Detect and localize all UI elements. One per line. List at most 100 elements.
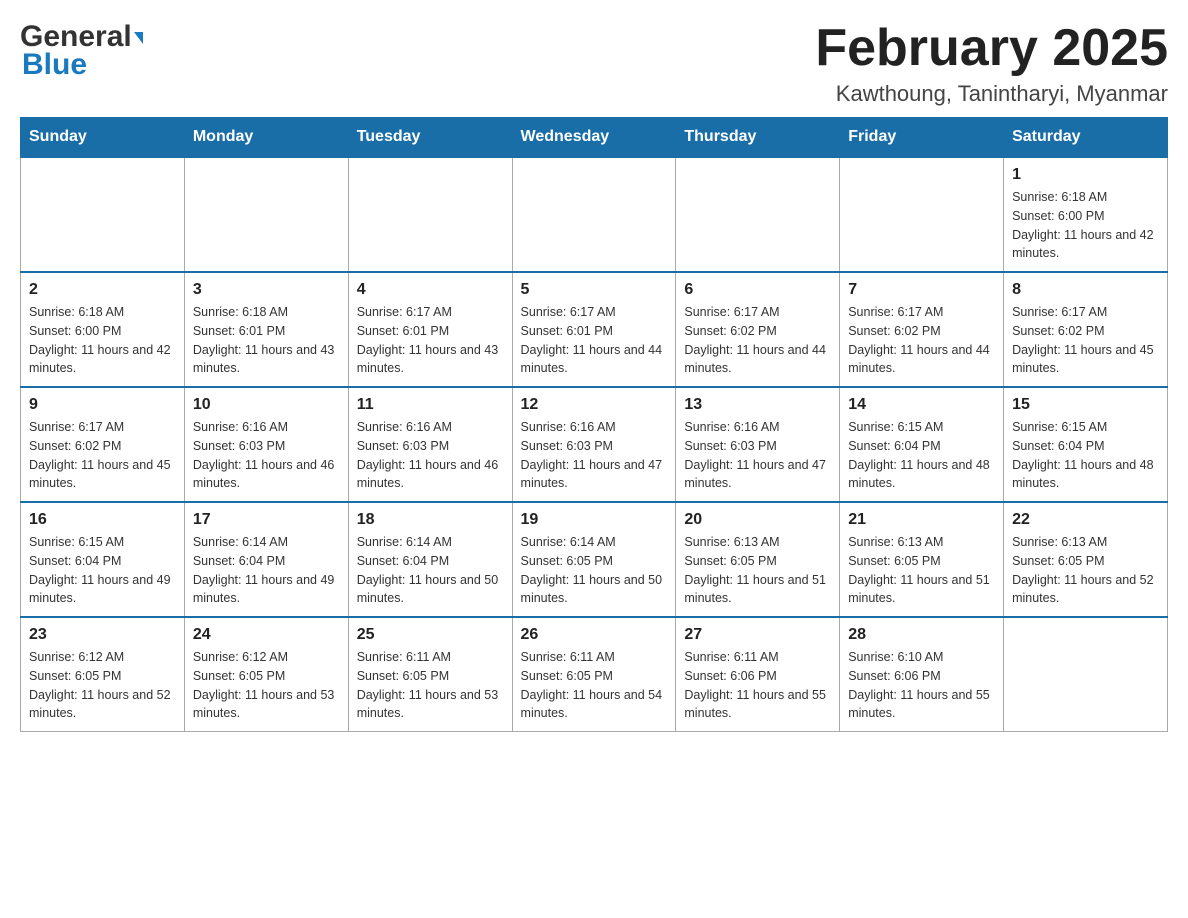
calendar-day-cell: 3 Sunrise: 6:18 AM Sunset: 6:01 PM Daylig… — [184, 272, 348, 387]
calendar-day-cell: 25 Sunrise: 6:11 AM Sunset: 6:05 PM Dayli… — [348, 617, 512, 732]
day-info: Sunrise: 6:11 AM Sunset: 6:05 PM Dayligh… — [357, 648, 504, 723]
day-number: 3 — [193, 281, 340, 299]
calendar-day-cell: 21 Sunrise: 6:13 AM Sunset: 6:05 PM Dayli… — [840, 502, 1004, 617]
location-title: Kawthoung, Tanintharyi, Myanmar — [815, 81, 1168, 107]
calendar-day-cell — [840, 157, 1004, 272]
calendar-day-cell: 22 Sunrise: 6:13 AM Sunset: 6:05 PM Dayli… — [1004, 502, 1168, 617]
day-number: 18 — [357, 511, 504, 529]
calendar-day-cell: 11 Sunrise: 6:16 AM Sunset: 6:03 PM Dayli… — [348, 387, 512, 502]
day-info: Sunrise: 6:14 AM Sunset: 6:05 PM Dayligh… — [521, 533, 668, 608]
calendar-day-cell: 17Sunrise: 6:14 AM Sunset: 6:04 PM Dayli… — [184, 502, 348, 617]
day-number: 7 — [848, 281, 995, 299]
calendar-day-cell: 14 Sunrise: 6:15 AM Sunset: 6:04 PM Dayli… — [840, 387, 1004, 502]
day-number: 11 — [357, 396, 504, 414]
calendar-day-cell — [21, 157, 185, 272]
day-info: Sunrise: 6:15 AM Sunset: 6:04 PM Dayligh… — [1012, 418, 1159, 493]
calendar-day-cell — [676, 157, 840, 272]
month-title: February 2025 — [815, 20, 1168, 77]
day-number: 15 — [1012, 396, 1159, 414]
day-info: Sunrise: 6:15 AM Sunset: 6:04 PM Dayligh… — [29, 533, 176, 608]
day-info: Sunrise: 6:15 AM Sunset: 6:04 PM Dayligh… — [848, 418, 995, 493]
calendar-week-row: 1Sunrise: 6:18 AM Sunset: 6:00 PM Daylig… — [21, 157, 1168, 272]
weekday-header-monday: Monday — [184, 118, 348, 158]
calendar-day-cell: 2 Sunrise: 6:18 AM Sunset: 6:00 PM Daylig… — [21, 272, 185, 387]
day-number: 25 — [357, 626, 504, 644]
calendar-day-cell: 9 Sunrise: 6:17 AM Sunset: 6:02 PM Daylig… — [21, 387, 185, 502]
weekday-header-wednesday: Wednesday — [512, 118, 676, 158]
day-number: 13 — [684, 396, 831, 414]
day-info: Sunrise: 6:17 AM Sunset: 6:02 PM Dayligh… — [1012, 303, 1159, 378]
weekday-header-thursday: Thursday — [676, 118, 840, 158]
day-info: Sunrise: 6:18 AM Sunset: 6:01 PM Dayligh… — [193, 303, 340, 378]
calendar-day-cell: 6Sunrise: 6:17 AM Sunset: 6:02 PM Daylig… — [676, 272, 840, 387]
day-number: 23 — [29, 626, 176, 644]
day-number: 22 — [1012, 511, 1159, 529]
day-info: Sunrise: 6:13 AM Sunset: 6:05 PM Dayligh… — [684, 533, 831, 608]
day-info: Sunrise: 6:13 AM Sunset: 6:05 PM Dayligh… — [1012, 533, 1159, 608]
calendar-day-cell: 16 Sunrise: 6:15 AM Sunset: 6:04 PM Dayli… — [21, 502, 185, 617]
logo: General Blue — [20, 20, 143, 82]
calendar-day-cell: 4Sunrise: 6:17 AM Sunset: 6:01 PM Daylig… — [348, 272, 512, 387]
calendar-week-row: 23 Sunrise: 6:12 AM Sunset: 6:05 PM Dayli… — [21, 617, 1168, 732]
calendar-day-cell: 5 Sunrise: 6:17 AM Sunset: 6:01 PM Daylig… — [512, 272, 676, 387]
calendar-day-cell: 27 Sunrise: 6:11 AM Sunset: 6:06 PM Dayli… — [676, 617, 840, 732]
logo-blue-text: Blue — [22, 48, 87, 82]
calendar-header-row: SundayMondayTuesdayWednesdayThursdayFrid… — [21, 118, 1168, 158]
day-info: Sunrise: 6:17 AM Sunset: 6:01 PM Dayligh… — [521, 303, 668, 378]
day-info: Sunrise: 6:16 AM Sunset: 6:03 PM Dayligh… — [684, 418, 831, 493]
calendar-day-cell: 24 Sunrise: 6:12 AM Sunset: 6:05 PM Dayli… — [184, 617, 348, 732]
logo-arrow-icon — [134, 32, 143, 44]
calendar-week-row: 2 Sunrise: 6:18 AM Sunset: 6:00 PM Daylig… — [21, 272, 1168, 387]
day-number: 8 — [1012, 281, 1159, 299]
day-number: 5 — [521, 281, 668, 299]
day-number: 24 — [193, 626, 340, 644]
calendar-day-cell: 1Sunrise: 6:18 AM Sunset: 6:00 PM Daylig… — [1004, 157, 1168, 272]
calendar-day-cell: 18 Sunrise: 6:14 AM Sunset: 6:04 PM Dayli… — [348, 502, 512, 617]
calendar-day-cell — [1004, 617, 1168, 732]
day-info: Sunrise: 6:17 AM Sunset: 6:02 PM Dayligh… — [29, 418, 176, 493]
day-info: Sunrise: 6:11 AM Sunset: 6:06 PM Dayligh… — [684, 648, 831, 723]
weekday-header-tuesday: Tuesday — [348, 118, 512, 158]
calendar-day-cell: 23 Sunrise: 6:12 AM Sunset: 6:05 PM Dayli… — [21, 617, 185, 732]
day-info: Sunrise: 6:16 AM Sunset: 6:03 PM Dayligh… — [357, 418, 504, 493]
calendar-day-cell — [184, 157, 348, 272]
calendar-day-cell: 10Sunrise: 6:16 AM Sunset: 6:03 PM Dayli… — [184, 387, 348, 502]
calendar-day-cell: 15 Sunrise: 6:15 AM Sunset: 6:04 PM Dayli… — [1004, 387, 1168, 502]
day-number: 26 — [521, 626, 668, 644]
calendar-day-cell: 19 Sunrise: 6:14 AM Sunset: 6:05 PM Dayli… — [512, 502, 676, 617]
weekday-header-sunday: Sunday — [21, 118, 185, 158]
day-number: 4 — [357, 281, 504, 299]
day-info: Sunrise: 6:16 AM Sunset: 6:03 PM Dayligh… — [521, 418, 668, 493]
day-number: 16 — [29, 511, 176, 529]
weekday-header-friday: Friday — [840, 118, 1004, 158]
calendar-day-cell — [512, 157, 676, 272]
day-info: Sunrise: 6:14 AM Sunset: 6:04 PM Dayligh… — [357, 533, 504, 608]
day-info: Sunrise: 6:17 AM Sunset: 6:02 PM Dayligh… — [684, 303, 831, 378]
day-info: Sunrise: 6:13 AM Sunset: 6:05 PM Dayligh… — [848, 533, 995, 608]
calendar-day-cell: 28Sunrise: 6:10 AM Sunset: 6:06 PM Dayli… — [840, 617, 1004, 732]
day-number: 19 — [521, 511, 668, 529]
day-number: 28 — [848, 626, 995, 644]
calendar-day-cell: 13 Sunrise: 6:16 AM Sunset: 6:03 PM Dayli… — [676, 387, 840, 502]
calendar-day-cell: 7 Sunrise: 6:17 AM Sunset: 6:02 PM Daylig… — [840, 272, 1004, 387]
day-number: 2 — [29, 281, 176, 299]
day-number: 21 — [848, 511, 995, 529]
day-info: Sunrise: 6:18 AM Sunset: 6:00 PM Dayligh… — [29, 303, 176, 378]
calendar-day-cell: 20 Sunrise: 6:13 AM Sunset: 6:05 PM Dayli… — [676, 502, 840, 617]
day-number: 1 — [1012, 166, 1159, 184]
calendar-day-cell: 12 Sunrise: 6:16 AM Sunset: 6:03 PM Dayli… — [512, 387, 676, 502]
day-info: Sunrise: 6:11 AM Sunset: 6:05 PM Dayligh… — [521, 648, 668, 723]
day-info: Sunrise: 6:12 AM Sunset: 6:05 PM Dayligh… — [193, 648, 340, 723]
calendar-day-cell: 26 Sunrise: 6:11 AM Sunset: 6:05 PM Dayli… — [512, 617, 676, 732]
day-info: Sunrise: 6:12 AM Sunset: 6:05 PM Dayligh… — [29, 648, 176, 723]
day-number: 14 — [848, 396, 995, 414]
day-number: 12 — [521, 396, 668, 414]
day-number: 9 — [29, 396, 176, 414]
day-info: Sunrise: 6:17 AM Sunset: 6:02 PM Dayligh… — [848, 303, 995, 378]
weekday-header-saturday: Saturday — [1004, 118, 1168, 158]
calendar-week-row: 16 Sunrise: 6:15 AM Sunset: 6:04 PM Dayli… — [21, 502, 1168, 617]
day-info: Sunrise: 6:16 AM Sunset: 6:03 PM Dayligh… — [193, 418, 340, 493]
day-number: 27 — [684, 626, 831, 644]
day-number: 20 — [684, 511, 831, 529]
calendar-week-row: 9 Sunrise: 6:17 AM Sunset: 6:02 PM Daylig… — [21, 387, 1168, 502]
